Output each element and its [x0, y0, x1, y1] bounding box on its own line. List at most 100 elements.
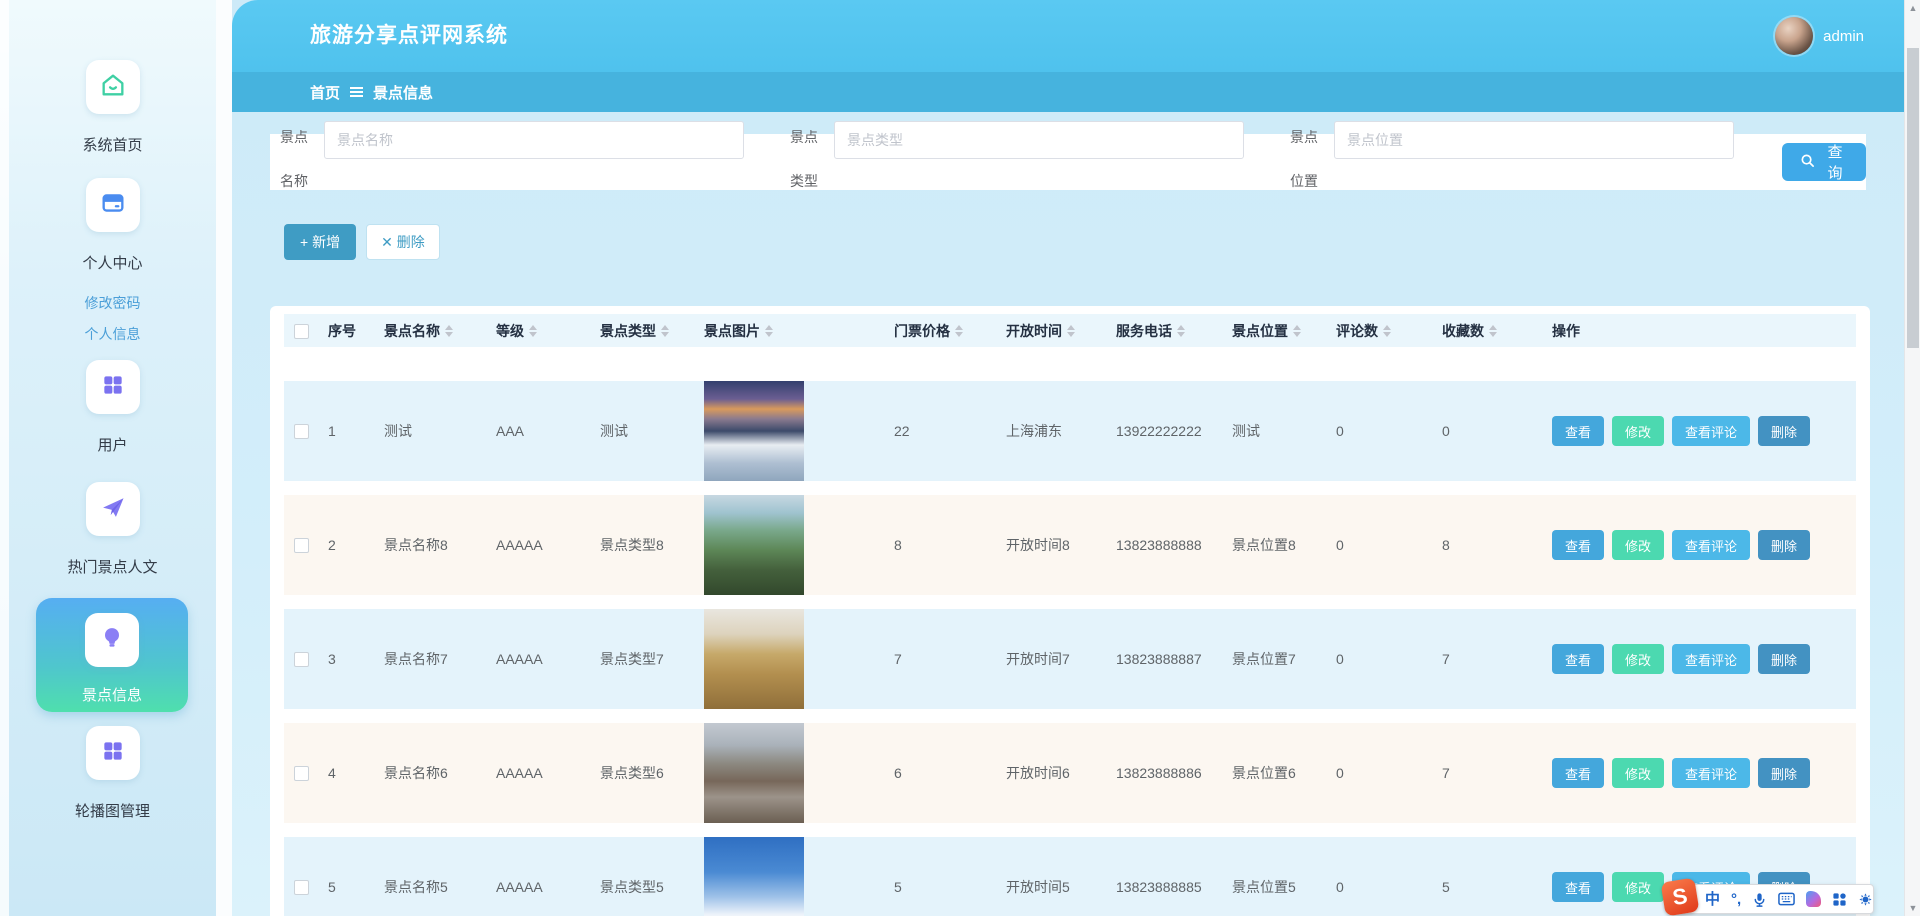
page: 系统首页 个人中心 修改密码 个人信息	[0, 0, 1920, 916]
view-button[interactable]: 查看	[1552, 758, 1604, 788]
attraction-type-input[interactable]	[834, 121, 1244, 159]
sidebar-item-label: 个人中心	[9, 252, 216, 273]
keyboard-icon[interactable]	[1778, 892, 1795, 906]
delete-row-button[interactable]: 删除	[1758, 416, 1810, 446]
table-card: 序号景点名称等级景点类型景点图片门票价格开放时间服务电话景点位置评论数收藏数操作…	[270, 306, 1870, 916]
search-icon	[1800, 153, 1815, 172]
delete-row-button[interactable]: 删除	[1758, 758, 1810, 788]
row-checkbox[interactable]	[294, 766, 309, 781]
table-toolbar: + 新增 ✕ 删除	[284, 224, 440, 260]
sidebar-item-label: 用户	[9, 434, 216, 455]
column-header: 等级	[496, 321, 524, 341]
view-comments-button[interactable]: 查看评论	[1672, 758, 1750, 788]
sort-carets-icon[interactable]	[1293, 325, 1301, 337]
sort-carets-icon[interactable]	[765, 325, 773, 337]
attraction-location-input[interactable]	[1334, 121, 1734, 159]
view-button[interactable]: 查看	[1552, 530, 1604, 560]
microphone-icon[interactable]	[1752, 892, 1767, 907]
attraction-name-input[interactable]	[324, 121, 744, 159]
view-button[interactable]: 查看	[1552, 644, 1604, 674]
sidebar-link-change-password[interactable]: 修改密码	[9, 293, 216, 313]
edit-button[interactable]: 修改	[1612, 530, 1664, 560]
query-button[interactable]: 查询	[1782, 143, 1866, 181]
delete-row-button[interactable]: 删除	[1758, 530, 1810, 560]
avatar[interactable]	[1775, 17, 1813, 55]
sort-carets-icon[interactable]	[529, 325, 537, 337]
search-label-name: 景点名称	[280, 115, 310, 203]
sort-carets-icon[interactable]	[1383, 325, 1391, 337]
sidebar-item-users[interactable]: 用户	[9, 360, 216, 455]
breadcrumb-current: 景点信息	[373, 82, 433, 103]
table-row: 3 景点名称7 AAAAA 景点类型7 7 开放时间7 13823888887 …	[284, 602, 1856, 716]
scrollbar-thumb[interactable]	[1907, 48, 1919, 348]
attractions-table: 序号景点名称等级景点类型景点图片门票价格开放时间服务电话景点位置评论数收藏数操作…	[284, 314, 1856, 916]
ime-skin-icon[interactable]	[1806, 891, 1821, 907]
edit-button[interactable]: 修改	[1612, 416, 1664, 446]
main-area: 旅游分享点评网系统 admin 首页 景点信息 景点名称 景点类型	[232, 0, 1920, 916]
delete-row-button[interactable]: 删除	[1758, 644, 1810, 674]
sidebar-item-carousel-management[interactable]: 轮播图管理	[9, 726, 216, 821]
sidebar-link-profile[interactable]: 个人信息	[9, 324, 216, 344]
sidebar-item-attraction-info[interactable]: 景点信息	[36, 598, 188, 712]
ime-punctuation[interactable]: °,	[1731, 892, 1741, 907]
grid-icon	[100, 738, 126, 769]
column-header: 序号	[328, 321, 356, 341]
page-title: 旅游分享点评网系统	[310, 0, 508, 72]
row-actions: 查看修改查看评论删除	[1552, 416, 1856, 446]
scroll-up-arrow-icon[interactable]: ▲	[1905, 0, 1920, 16]
view-button[interactable]: 查看	[1552, 872, 1604, 902]
column-header: 评论数	[1336, 321, 1378, 341]
user-box[interactable]: admin	[1775, 0, 1864, 72]
edit-button[interactable]: 修改	[1612, 872, 1664, 902]
table-row: 5 景点名称5 AAAAA 景点类型5 5 开放时间5 13823888885 …	[284, 830, 1856, 916]
ime-toolbox-icon[interactable]	[1858, 892, 1873, 907]
view-comments-button[interactable]: 查看评论	[1672, 530, 1750, 560]
attraction-photo	[704, 837, 804, 916]
add-button[interactable]: + 新增	[284, 224, 356, 260]
attraction-photo	[704, 723, 804, 823]
sort-carets-icon[interactable]	[661, 325, 669, 337]
ime-apps-grid-icon[interactable]	[1832, 892, 1847, 907]
id-card-icon	[99, 189, 127, 222]
view-button[interactable]: 查看	[1552, 416, 1604, 446]
sidebar-item-hot-attractions[interactable]: 热门景点人文	[9, 482, 216, 577]
column-header: 景点类型	[600, 321, 656, 341]
scrollbar[interactable]: ▲ ▼	[1904, 0, 1920, 916]
sidebar-divider	[216, 0, 232, 916]
ime-chinese-mode[interactable]: 中	[1705, 892, 1720, 907]
sort-carets-icon[interactable]	[445, 325, 453, 337]
table-row: 2 景点名称8 AAAAA 景点类型8 8 开放时间8 13823888888 …	[284, 488, 1856, 602]
select-all-checkbox[interactable]	[294, 324, 309, 339]
sort-carets-icon[interactable]	[1489, 325, 1497, 337]
search-bar: 景点名称 景点类型 景点位置 查询	[270, 134, 1866, 190]
row-checkbox[interactable]	[294, 880, 309, 895]
sidebar-item-label: 轮播图管理	[9, 800, 216, 821]
row-actions: 查看修改查看评论删除	[1552, 530, 1856, 560]
edit-button[interactable]: 修改	[1612, 758, 1664, 788]
attraction-photo	[704, 381, 804, 481]
sogou-logo-icon[interactable]: S	[1661, 878, 1700, 916]
ime-toolbar: S 中 °,	[1678, 884, 1874, 914]
view-comments-button[interactable]: 查看评论	[1672, 644, 1750, 674]
sidebar-item-personal-center[interactable]: 个人中心	[9, 178, 216, 273]
scroll-down-arrow-icon[interactable]: ▼	[1905, 900, 1920, 916]
view-comments-button[interactable]: 查看评论	[1672, 416, 1750, 446]
sort-carets-icon[interactable]	[1177, 325, 1185, 337]
column-header: 操作	[1552, 321, 1580, 341]
delete-button[interactable]: ✕ 删除	[366, 224, 440, 260]
plus-icon: +	[300, 234, 308, 250]
edit-button[interactable]: 修改	[1612, 644, 1664, 674]
row-checkbox[interactable]	[294, 538, 309, 553]
column-header: 门票价格	[894, 321, 950, 341]
column-header: 收藏数	[1442, 321, 1484, 341]
sort-carets-icon[interactable]	[1067, 325, 1075, 337]
column-header: 景点名称	[384, 321, 440, 341]
breadcrumb-bar: 首页 景点信息	[232, 72, 1920, 112]
row-checkbox[interactable]	[294, 424, 309, 439]
sidebar-item-home[interactable]: 系统首页	[9, 60, 216, 155]
breadcrumb-home[interactable]: 首页	[310, 82, 340, 103]
row-checkbox[interactable]	[294, 652, 309, 667]
table-row: 4 景点名称6 AAAAA 景点类型6 6 开放时间6 13823888886 …	[284, 716, 1856, 830]
sidebar-item-label: 热门景点人文	[9, 556, 216, 577]
sort-carets-icon[interactable]	[955, 325, 963, 337]
